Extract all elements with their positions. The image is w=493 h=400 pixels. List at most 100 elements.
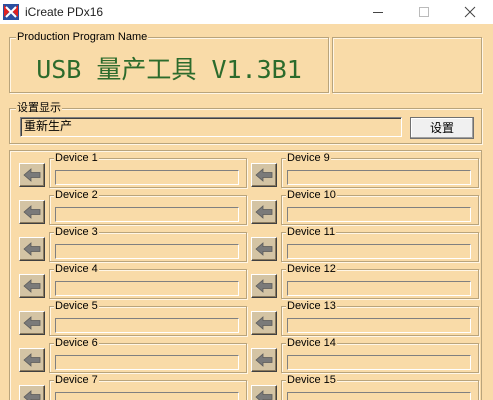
production-program-caption: Production Program Name (16, 31, 149, 43)
device-status-field (55, 207, 239, 222)
device-label: Device 9 (286, 152, 331, 164)
device-group: Device 15 (281, 374, 479, 400)
device-group: Device 12 (281, 263, 479, 299)
minimize-button[interactable] (355, 0, 401, 24)
left-arrow-icon (23, 279, 41, 293)
device-action-button[interactable] (251, 163, 277, 187)
device-status-field (287, 207, 471, 222)
title-bar[interactable]: iCreate PDx16 (0, 0, 493, 24)
setting-button[interactable]: 设置 (410, 117, 474, 139)
device-slot: Device 4 (18, 263, 248, 301)
device-action-button[interactable] (19, 385, 45, 400)
device-status-field (55, 170, 239, 185)
device-action-button[interactable] (251, 348, 277, 372)
device-slot: Device 14 (250, 337, 480, 375)
setting-display-field[interactable]: 重新生产 (20, 117, 402, 137)
device-action-button[interactable] (251, 311, 277, 335)
device-action-button[interactable] (19, 348, 45, 372)
device-action-button[interactable] (19, 237, 45, 261)
device-group: Device 7 (49, 374, 247, 400)
device-group: Device 13 (281, 300, 479, 336)
window-title: iCreate PDx16 (25, 5, 104, 19)
device-slot: Device 9 (250, 152, 480, 190)
device-label: Device 7 (54, 374, 99, 386)
device-group: Device 11 (281, 226, 479, 262)
device-slot: Device 10 (250, 189, 480, 227)
device-label: Device 12 (286, 263, 337, 275)
device-slot: Device 13 (250, 300, 480, 338)
device-status-field (55, 392, 239, 400)
left-arrow-icon (23, 168, 41, 182)
device-status-field (287, 244, 471, 259)
device-group: Device 1 (49, 152, 247, 188)
device-group: Device 10 (281, 189, 479, 225)
device-status-field (287, 392, 471, 400)
setting-caption: 设置显示 (16, 102, 62, 114)
left-arrow-icon (255, 316, 273, 330)
device-status-field (55, 318, 239, 333)
device-action-button[interactable] (19, 200, 45, 224)
device-label: Device 1 (54, 152, 99, 164)
device-group: Device 6 (49, 337, 247, 373)
devices-panel: Device 1 Device 2 Device 3 Device 4 Device 5… (9, 150, 482, 400)
left-arrow-icon (255, 390, 273, 400)
device-label: Device 11 (286, 226, 337, 238)
info-group (332, 37, 482, 93)
device-action-button[interactable] (251, 274, 277, 298)
production-program-group: Production Program Name USB 量产工具 V1.3B1 (9, 31, 329, 93)
device-group: Device 9 (281, 152, 479, 188)
left-arrow-icon (255, 205, 273, 219)
device-slot: Device 5 (18, 300, 248, 338)
device-label: Device 15 (286, 374, 337, 386)
device-label: Device 5 (54, 300, 99, 312)
client-area: Production Program Name USB 量产工具 V1.3B1 … (0, 24, 493, 400)
device-label: Device 2 (54, 189, 99, 201)
left-arrow-icon (23, 353, 41, 367)
device-action-button[interactable] (19, 274, 45, 298)
device-group: Device 3 (49, 226, 247, 262)
device-label: Device 10 (286, 189, 337, 201)
left-arrow-icon (23, 390, 41, 400)
maximize-icon (419, 7, 429, 17)
device-action-button[interactable] (19, 163, 45, 187)
app-icon (3, 4, 19, 20)
device-status-field (287, 318, 471, 333)
device-group: Device 5 (49, 300, 247, 336)
left-arrow-icon (255, 279, 273, 293)
device-slot: Device 1 (18, 152, 248, 190)
device-action-button[interactable] (19, 311, 45, 335)
device-slot: Device 6 (18, 337, 248, 375)
device-group: Device 2 (49, 189, 247, 225)
left-arrow-icon (255, 168, 273, 182)
left-arrow-icon (23, 242, 41, 256)
device-status-field (287, 355, 471, 370)
maximize-button[interactable] (401, 0, 447, 24)
device-group: Device 4 (49, 263, 247, 299)
device-slot: Device 3 (18, 226, 248, 264)
left-arrow-icon (255, 242, 273, 256)
minimize-icon (373, 12, 383, 13)
device-action-button[interactable] (251, 237, 277, 261)
program-name: USB 量产工具 V1.3B1 (36, 55, 302, 84)
device-slot: Device 2 (18, 189, 248, 227)
device-label: Device 13 (286, 300, 337, 312)
left-arrow-icon (23, 316, 41, 330)
device-action-button[interactable] (251, 200, 277, 224)
device-status-field (55, 244, 239, 259)
left-arrow-icon (23, 205, 41, 219)
device-label: Device 4 (54, 263, 99, 275)
device-action-button[interactable] (251, 385, 277, 400)
device-status-field (287, 170, 471, 185)
device-slot: Device 7 (18, 374, 248, 400)
device-status-field (55, 355, 239, 370)
device-label: Device 6 (54, 337, 99, 349)
close-icon (464, 6, 476, 18)
device-group: Device 14 (281, 337, 479, 373)
close-button[interactable] (447, 0, 493, 24)
setting-group: 设置显示 重新生产 设置 (9, 102, 482, 144)
device-label: Device 3 (54, 226, 99, 238)
device-slot: Device 12 (250, 263, 480, 301)
device-label: Device 14 (286, 337, 337, 349)
device-slot: Device 11 (250, 226, 480, 264)
left-arrow-icon (255, 353, 273, 367)
